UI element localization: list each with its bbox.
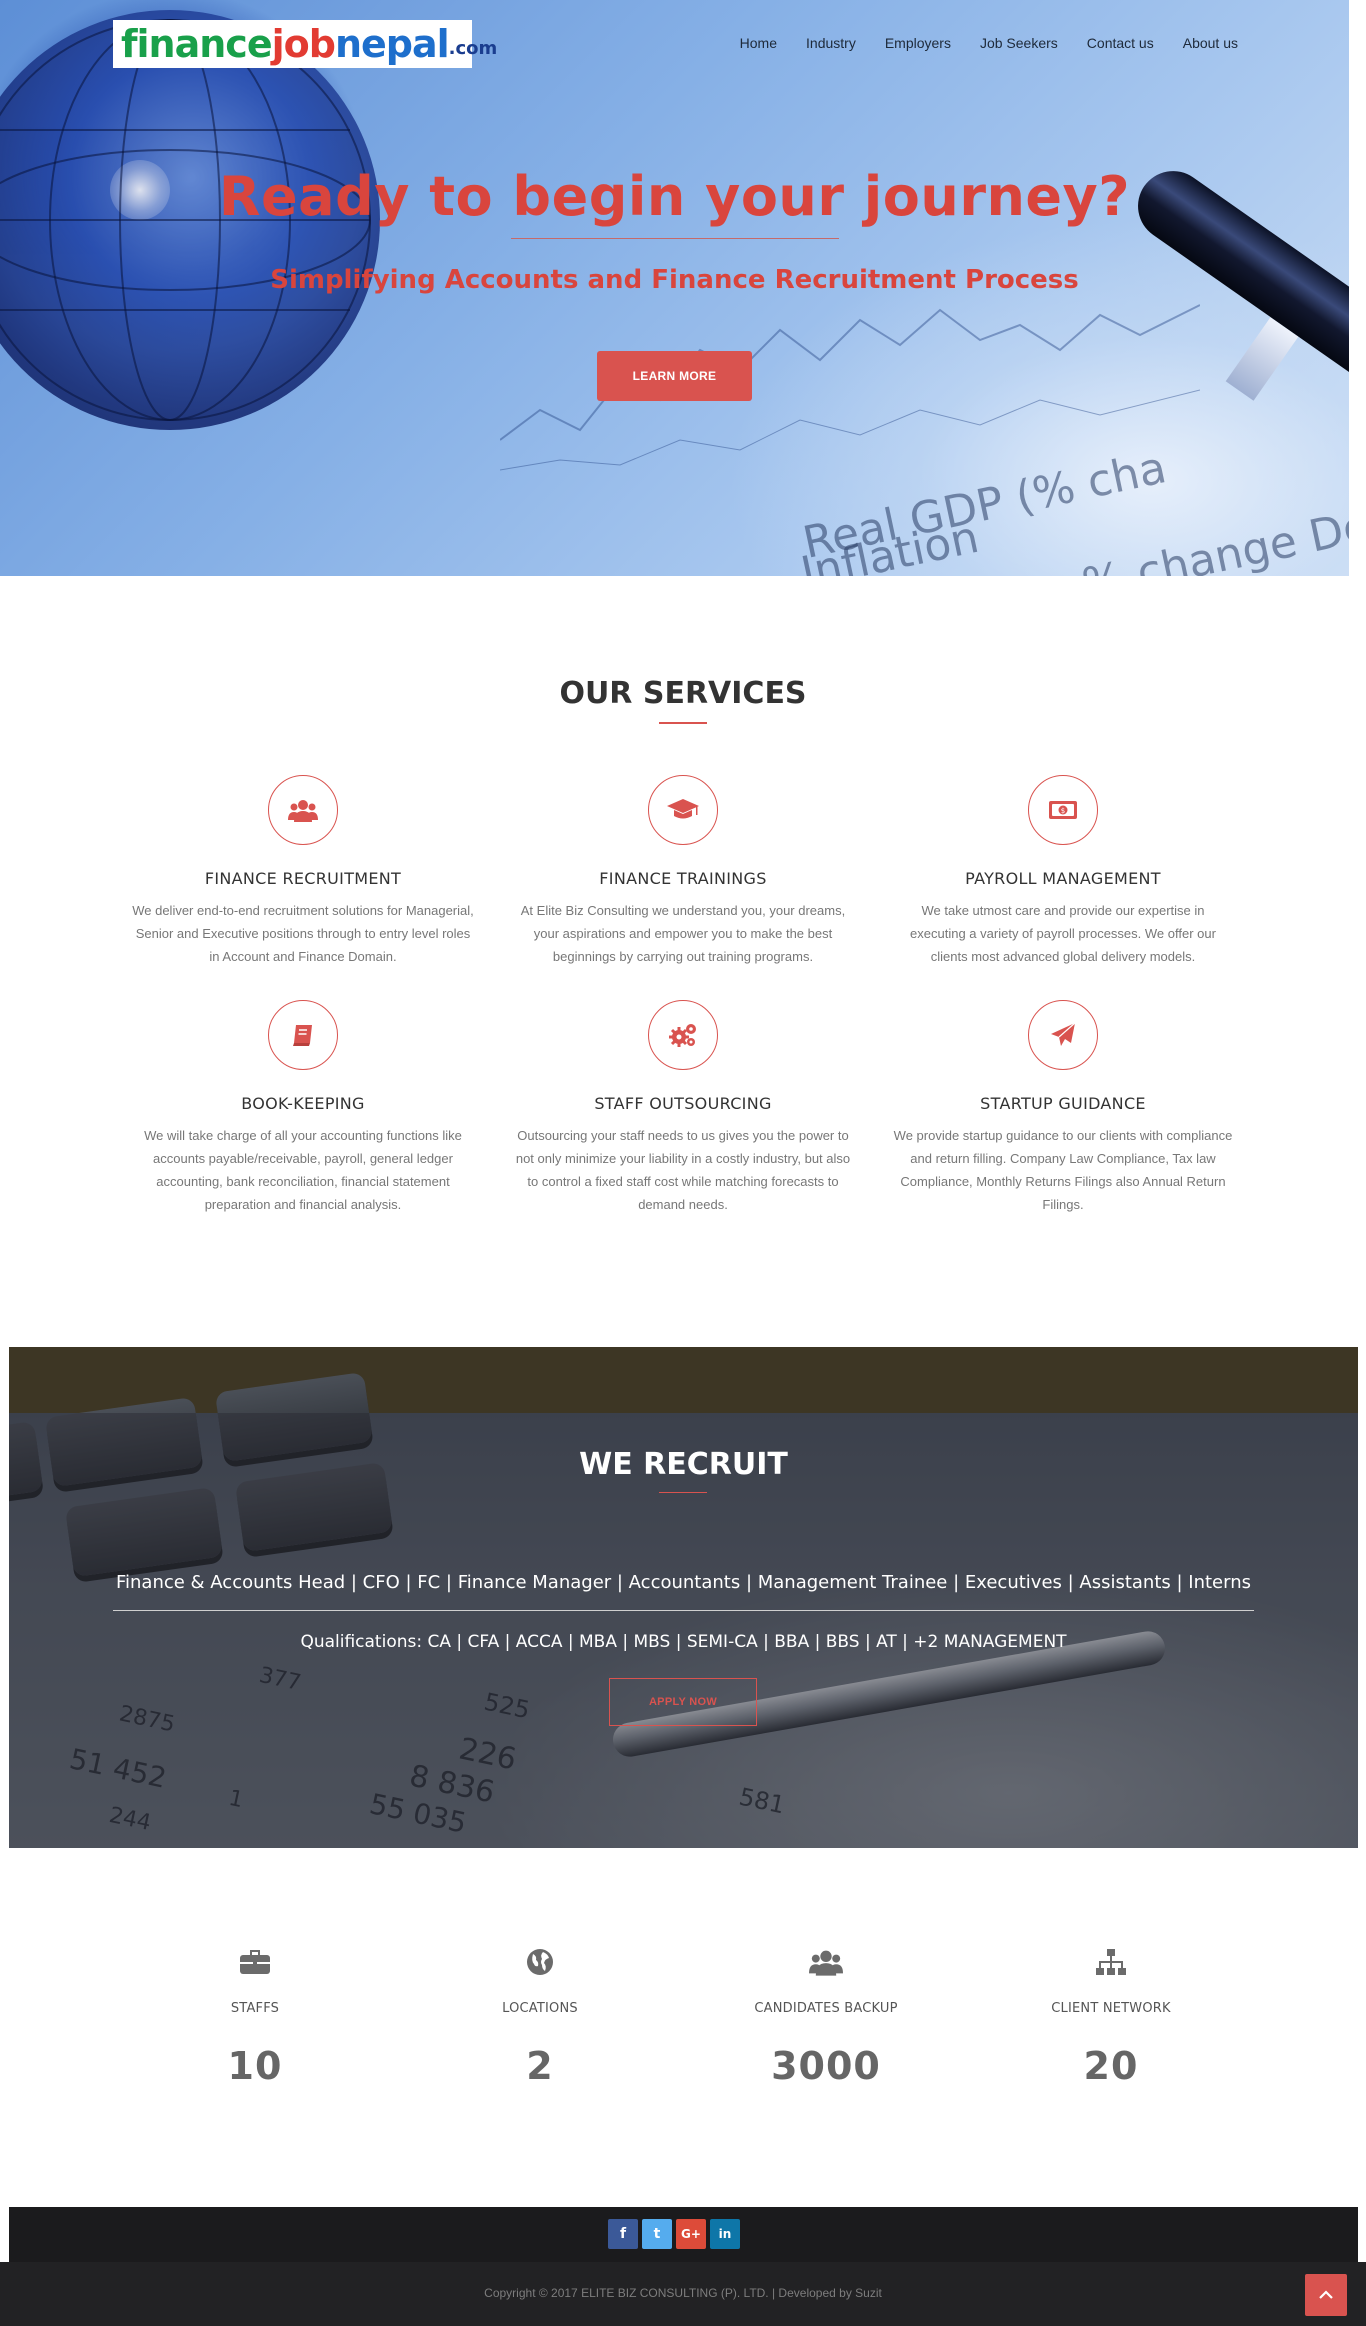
stat-value: 10 (227, 2044, 283, 2088)
service-title: PAYROLL MANAGEMENT (965, 869, 1161, 888)
stat-locations: LOCATIONS 2 (410, 1945, 670, 2088)
twitter-icon[interactable]: t (642, 2219, 672, 2249)
hero-title: Ready to begin your journey? (218, 165, 1131, 228)
service-staff-outsourcing: STAFF OUTSOURCING Outsourcing your staff… (508, 1000, 858, 1216)
money-icon: $ (1049, 801, 1077, 819)
stat-value: 2 (526, 2044, 554, 2088)
book-icon (293, 1025, 312, 1046)
service-startup-guidance: STARTUP GUIDANCE We provide startup guid… (888, 1000, 1238, 1216)
main-nav: Home Industry Employers Job Seekers Cont… (711, 34, 1238, 52)
stat-label: STAFFS (230, 2001, 280, 2016)
recruit-roles: Finance & Accounts Head | CFO | FC | Fin… (115, 1572, 1252, 1593)
service-finance-trainings: FINANCE TRAININGS At Elite Biz Consultin… (508, 775, 858, 968)
paper-plane-icon (1051, 1022, 1076, 1046)
google-plus-icon[interactable]: G+ (676, 2219, 706, 2249)
nav-industry[interactable]: Industry (806, 34, 856, 52)
hero-divider (511, 238, 839, 239)
nav-employers[interactable]: Employers (885, 34, 951, 52)
service-icon-circle (268, 775, 338, 845)
service-description: At Elite Biz Consulting we understand yo… (520, 903, 846, 964)
service-description: Outsourcing your staff needs to us gives… (515, 1128, 851, 1212)
we-recruit-title: WE RECRUIT (579, 1447, 788, 1482)
logo-text-nepal: nepal (334, 22, 450, 66)
stat-value: 20 (1083, 2044, 1139, 2088)
social-links: f t G+ in (608, 2219, 740, 2249)
service-description: We will take charge of all your accounti… (144, 1128, 462, 1212)
service-icon-circle (268, 1000, 338, 1070)
facebook-icon[interactable]: f (608, 2219, 638, 2249)
nav-job-seekers[interactable]: Job Seekers (980, 34, 1058, 52)
graduation-cap-icon (667, 799, 699, 819)
service-description: We provide startup guidance to our clien… (893, 1128, 1233, 1212)
service-icon-circle (648, 775, 718, 845)
services-title-underline (659, 722, 707, 724)
nav-home[interactable]: Home (740, 34, 777, 52)
recruit-divider (113, 1610, 1254, 1611)
hero-bg-text-3: % change De (1077, 500, 1349, 576)
stat-client-network: CLIENT NETWORK 20 (981, 1945, 1241, 2088)
recruit-qualifications: Qualifications: CA | CFA | ACCA | MBA | … (300, 1632, 1067, 1652)
service-book-keeping: BOOK-KEEPING We will take charge of all … (128, 1000, 478, 1216)
copyright-text: Copyright © 2017 ELITE BIZ CONSULTING (P… (484, 2286, 882, 2300)
stat-label: CLIENT NETWORK (1051, 2001, 1171, 2016)
hero-banner: Real GDP (% cha Inflation % change De fi… (0, 0, 1349, 576)
service-finance-recruitment: FINANCE RECRUITMENT We deliver end-to-en… (128, 775, 478, 968)
nav-about-us[interactable]: About us (1183, 34, 1238, 52)
stat-value: 3000 (771, 2044, 881, 2088)
gears-icon (669, 1024, 696, 1047)
learn-more-button[interactable]: LEARN MORE (597, 351, 752, 401)
we-recruit-section: 2875 51 452 1 244 55 035 226 8 836 525 5… (9, 1347, 1358, 1848)
service-icon-circle (648, 1000, 718, 1070)
scroll-to-top-button[interactable] (1305, 2274, 1347, 2316)
service-description: We deliver end-to-end recruitment soluti… (132, 903, 474, 964)
service-title: STARTUP GUIDANCE (980, 1094, 1146, 1113)
sitemap-icon (1096, 1949, 1126, 1975)
service-title: STAFF OUTSOURCING (594, 1094, 772, 1113)
services-title: OUR SERVICES (559, 676, 807, 711)
linkedin-icon[interactable]: in (710, 2219, 740, 2249)
service-payroll-management: $ PAYROLL MANAGEMENT We take utmost care… (888, 775, 1238, 968)
stat-staffs: STAFFS 10 (125, 1945, 385, 2088)
logo-text-job: job (271, 22, 336, 66)
briefcase-icon (240, 1950, 270, 1974)
service-title: FINANCE RECRUITMENT (204, 869, 402, 888)
users-icon (288, 800, 318, 822)
stat-label: LOCATIONS (502, 2001, 578, 2016)
service-title: FINANCE TRAININGS (599, 869, 767, 888)
nav-contact-us[interactable]: Contact us (1087, 34, 1154, 52)
site-logo[interactable]: finance job nepal .com (113, 20, 497, 68)
hero-subtitle: Simplifying Accounts and Finance Recruit… (270, 265, 1079, 295)
chevron-up-icon (1319, 2290, 1333, 2299)
service-title: BOOK-KEEPING (241, 1094, 365, 1113)
apply-now-button[interactable]: APPLY NOW (609, 1678, 757, 1726)
globe-icon (527, 1949, 553, 1975)
pen-band (1225, 317, 1299, 401)
service-icon-circle: $ (1028, 775, 1098, 845)
stat-label: CANDIDATES BACKUP (754, 2001, 898, 2016)
we-recruit-title-underline (659, 1492, 707, 1493)
users-icon (809, 1950, 843, 1976)
logo-text-finance: finance (121, 22, 273, 66)
stat-candidates-backup: CANDIDATES BACKUP 3000 (696, 1945, 956, 2088)
svg-text:$: $ (1061, 807, 1065, 815)
logo-text-com: .com (448, 38, 498, 59)
service-description: We take utmost care and provide our expe… (910, 903, 1216, 964)
service-icon-circle (1028, 1000, 1098, 1070)
